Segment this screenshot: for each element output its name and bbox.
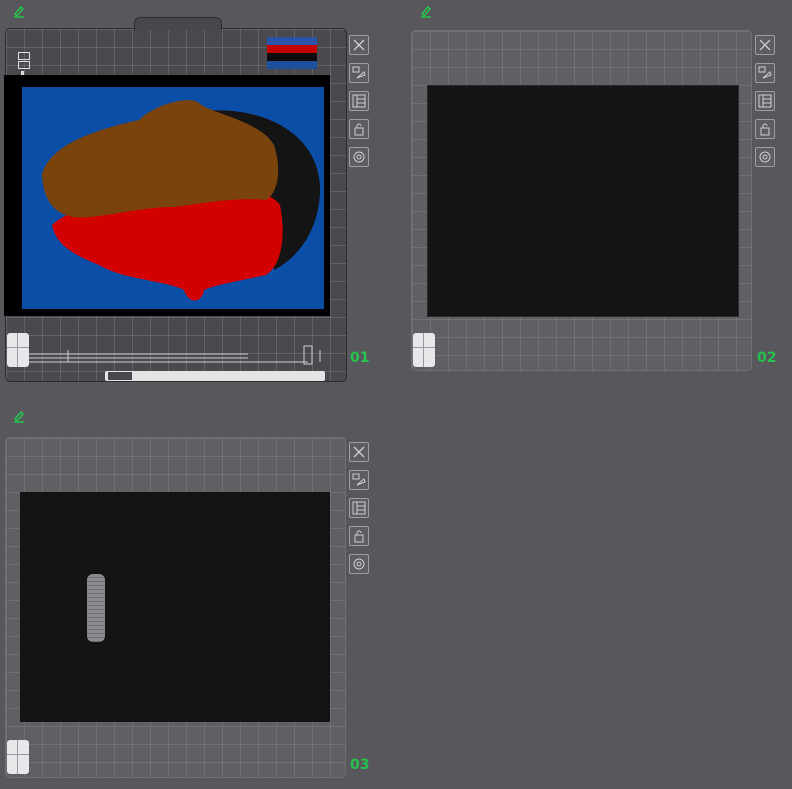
settings-button[interactable] (349, 147, 369, 167)
lock-icon (354, 530, 364, 543)
close-button[interactable] (349, 35, 369, 55)
paint-layer (22, 87, 324, 309)
panel-03-screen[interactable] (20, 492, 330, 722)
layout-button[interactable] (349, 91, 369, 111)
lock-button[interactable] (349, 119, 369, 139)
settings-button[interactable] (349, 554, 369, 574)
layer-swatches[interactable] (267, 37, 317, 71)
swap-button[interactable] (349, 63, 369, 83)
layout-button[interactable] (755, 91, 775, 111)
settings-icon (759, 151, 771, 163)
panel-02-screen[interactable] (427, 85, 739, 317)
lock-button[interactable] (349, 526, 369, 546)
status-bar-tab (108, 372, 132, 380)
swap-button[interactable] (755, 63, 775, 83)
swap-button[interactable] (349, 470, 369, 490)
grid-icon[interactable] (413, 333, 435, 367)
panel-number: 02 (757, 350, 777, 366)
grid-icon[interactable] (7, 333, 29, 367)
swap-icon (352, 473, 366, 486)
paint-canvas[interactable] (4, 75, 330, 316)
close-button[interactable] (349, 442, 369, 462)
edit-icon[interactable] (12, 4, 26, 18)
status-bar[interactable] (105, 371, 325, 381)
layout-button[interactable] (349, 498, 369, 518)
lock-button[interactable] (755, 119, 775, 139)
swap-icon (352, 66, 366, 79)
grid-icon[interactable] (7, 740, 29, 774)
layer-marker (18, 52, 30, 76)
edit-icon[interactable] (419, 4, 433, 18)
settings-icon (353, 558, 365, 570)
swap-icon (758, 66, 772, 79)
close-icon (353, 446, 365, 458)
lock-icon (760, 123, 770, 136)
panel-number: 03 (350, 757, 370, 773)
panel-number: 01 (350, 350, 370, 366)
panel-01-tab (134, 17, 222, 30)
edit-icon[interactable] (12, 409, 26, 423)
timeline-ruler[interactable] (8, 340, 328, 370)
settings-icon (353, 151, 365, 163)
scroll-handle[interactable] (87, 574, 105, 642)
close-icon (759, 39, 771, 51)
close-icon (353, 39, 365, 51)
layout-icon (758, 94, 772, 108)
close-button[interactable] (755, 35, 775, 55)
layout-icon (352, 501, 366, 515)
settings-button[interactable] (755, 147, 775, 167)
layout-icon (352, 94, 366, 108)
lock-icon (354, 123, 364, 136)
